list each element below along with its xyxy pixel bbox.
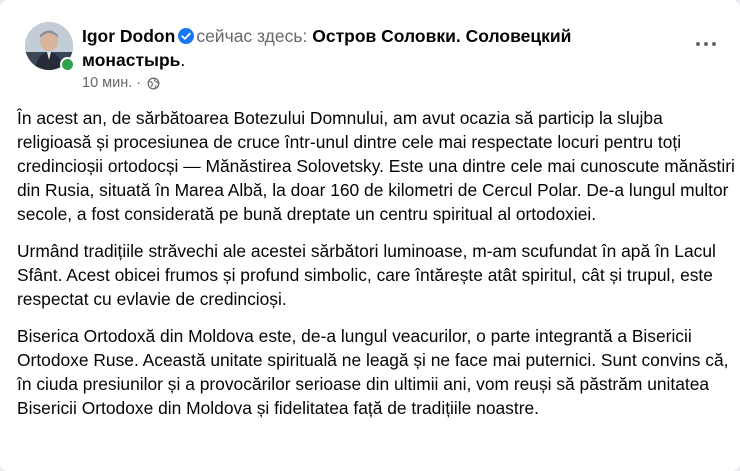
more-options-button[interactable] (692, 30, 720, 58)
author-name[interactable]: Igor Dodon (82, 26, 175, 46)
post-paragraph-1: În acest an, de sărbătoarea Botezului Do… (17, 108, 735, 224)
more-dot (704, 42, 708, 46)
online-status-indicator (60, 57, 75, 72)
more-dot (712, 42, 716, 46)
post-meta: 10 мин. · (82, 74, 160, 92)
post-text: În acest an, de sărbătoarea Botezului Do… (17, 106, 735, 433)
globe-icon[interactable] (147, 77, 160, 90)
post-paragraph-3: Biserica Ortodoxă din Moldova este, de-a… (17, 326, 729, 418)
author-avatar[interactable] (25, 22, 75, 72)
post-card: Igor Dodon сейчас здесь: Остров Соловки. … (0, 0, 740, 471)
place-suffix: . (180, 50, 186, 70)
post-paragraph-2: Urmând tradițiile străvechi ale acestei … (17, 241, 716, 309)
more-dot (696, 42, 700, 46)
post-timestamp[interactable]: 10 мин. (82, 74, 132, 92)
verified-badge-icon (178, 28, 195, 44)
post-headline: Igor Dodon сейчас здесь: Остров Соловки. … (82, 24, 662, 72)
checkin-prefix: сейчас здесь: (196, 26, 308, 46)
meta-separator: · (136, 75, 142, 91)
